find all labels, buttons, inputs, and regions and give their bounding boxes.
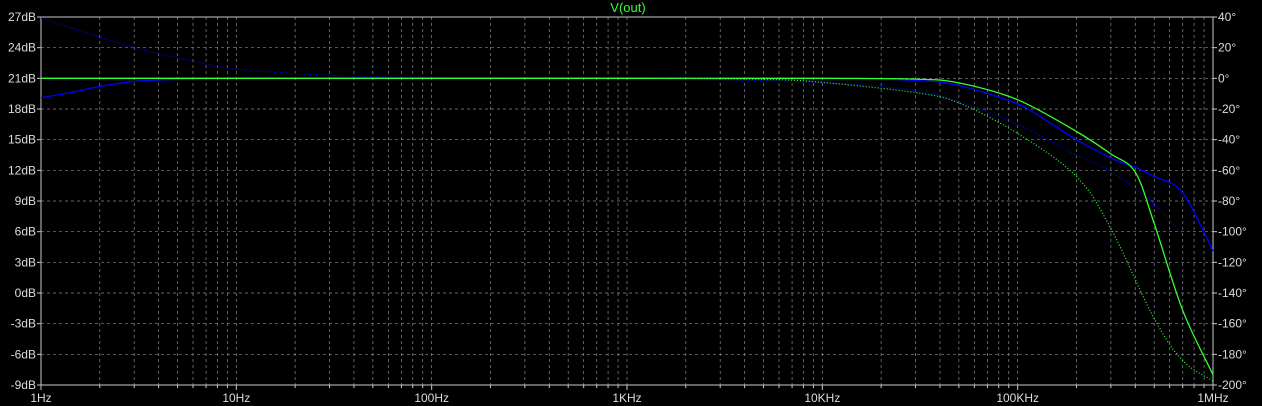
x-tick-labels: 1Hz 10Hz 100Hz 1KHz 10KHz 100KHz 1MHz bbox=[30, 391, 1228, 405]
y-left-tick-label: 27dB bbox=[8, 10, 36, 24]
y-left-tick-label: 21dB bbox=[8, 71, 36, 85]
x-tick-label: 1Hz bbox=[30, 391, 51, 405]
y-left-tick-label: -9dB bbox=[11, 378, 36, 392]
y-right-tick-label: 0° bbox=[1218, 71, 1230, 85]
y-left-tick-label: 6dB bbox=[15, 225, 36, 239]
y-right-tick-label: -200° bbox=[1218, 378, 1247, 392]
y-right-tick-label: -160° bbox=[1218, 317, 1247, 331]
x-tick-label: 100KHz bbox=[996, 391, 1039, 405]
y-left-tick-label: 0dB bbox=[15, 286, 36, 300]
x-tick-label: 10KHz bbox=[804, 391, 840, 405]
y-right-tick-label: -120° bbox=[1218, 255, 1247, 269]
y-left-tick-label: 15dB bbox=[8, 133, 36, 147]
series-line-1 bbox=[40, 77, 1214, 252]
x-tick-label: 10Hz bbox=[222, 391, 250, 405]
y-right-tick-label: -100° bbox=[1218, 225, 1247, 239]
y-right-tick-label: 20° bbox=[1218, 41, 1236, 55]
grid-layer bbox=[41, 17, 1213, 385]
chart-title: V(out) bbox=[610, 0, 645, 15]
y-left-tick-label: 18dB bbox=[8, 102, 36, 116]
y-right-tick-label: -60° bbox=[1218, 163, 1240, 177]
series-line-2 bbox=[40, 17, 1184, 236]
y-right-tick-label: -180° bbox=[1218, 347, 1247, 361]
y-right-tick-label: -140° bbox=[1218, 286, 1247, 300]
y-left-tick-label: 12dB bbox=[8, 163, 36, 177]
y-left-tick-label: -6dB bbox=[11, 347, 36, 361]
y-left-tick-label: -3dB bbox=[11, 317, 36, 331]
y-right-tick-labels: 40° 20° 0° -20° -40° -60° -80° -100° -120° -140° -… bbox=[1218, 10, 1247, 392]
y-left-tick-label: 3dB bbox=[15, 255, 36, 269]
y-left-tick-label: 9dB bbox=[15, 194, 36, 208]
y-right-tick-label: 40° bbox=[1218, 10, 1236, 24]
y-right-tick-label: -20° bbox=[1218, 102, 1240, 116]
y-right-tick-label: -80° bbox=[1218, 194, 1240, 208]
y-right-tick-label: -40° bbox=[1218, 133, 1240, 147]
x-tick-label: 1KHz bbox=[612, 391, 641, 405]
x-tick-label: 100Hz bbox=[414, 391, 449, 405]
y-left-tick-labels: 27dB 24dB 21dB 18dB 15dB 12dB 9dB 6dB 3dB 0dB -3dB… bbox=[8, 10, 36, 392]
y-left-tick-label: 24dB bbox=[8, 41, 36, 55]
bode-plot: V(out) 1Hz 10Hz 100Hz 1KHz 10KHz 100KHz 1MHz 2… bbox=[8, 0, 1247, 405]
x-tick-label: 1MHz bbox=[1197, 391, 1228, 405]
